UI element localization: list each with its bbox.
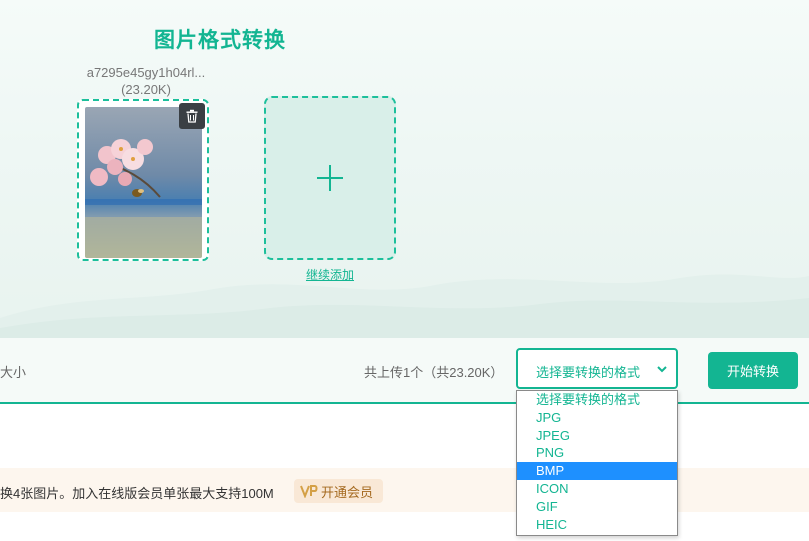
format-option-bmp[interactable]: BMP [517,462,677,480]
add-file-button[interactable] [264,96,396,260]
image-thumbnail [85,107,202,258]
format-option-icon[interactable]: ICON [517,480,677,498]
plus-icon [317,165,343,191]
format-dropdown-list: 选择要转换的格式 JPG JPEG PNG BMP ICON GIF HEIC [516,390,678,536]
size-hint: 大小 [0,365,27,380]
format-option-heic[interactable]: HEIC [517,516,677,534]
format-option-png[interactable]: PNG [517,444,677,462]
uploaded-file-card[interactable] [77,99,209,261]
format-select[interactable]: 选择要转换的格式 [516,348,678,389]
conversion-toolbar: 大小 共上传1个（共23.20K） 选择要转换的格式 开始转换 [0,338,809,404]
upload-summary: 共上传1个（共23.20K） [364,365,504,380]
format-option-jpg[interactable]: JPG [517,409,677,427]
delete-file-button[interactable] [179,103,205,129]
format-option-jpeg[interactable]: JPEG [517,427,677,445]
file-size-text: (23.20K) [121,82,171,97]
file-name-text: a7295e45gy1h04rl... [86,65,206,80]
upload-area: 图片格式转换 a7295e45gy1h04rl... (23.20K) 继续添加 [0,0,809,338]
file-name: a7295e45gy1h04rl... (23.20K) [76,64,216,98]
add-more-link[interactable]: 继续添加 [264,266,396,283]
chevron-down-icon [657,366,667,373]
notice-text: 换4张图片。加入在线版会员单张最大支持100M [0,486,274,501]
trash-icon [186,109,198,123]
notice-bar: 换4张图片。加入在线版会员单张最大支持100M 开通会员 [0,468,809,512]
format-select-value: 选择要转换的格式 [536,365,641,380]
open-vip-button[interactable]: 开通会员 [294,479,384,503]
open-vip-label: 开通会员 [321,484,374,500]
vip-badge-icon [300,485,318,498]
format-option[interactable]: 选择要转换的格式 [517,391,677,409]
flower-photo [85,107,202,258]
page-title: 图片格式转换 [154,29,286,52]
start-convert-button[interactable]: 开始转换 [708,352,798,389]
format-option-gif[interactable]: GIF [517,498,677,516]
